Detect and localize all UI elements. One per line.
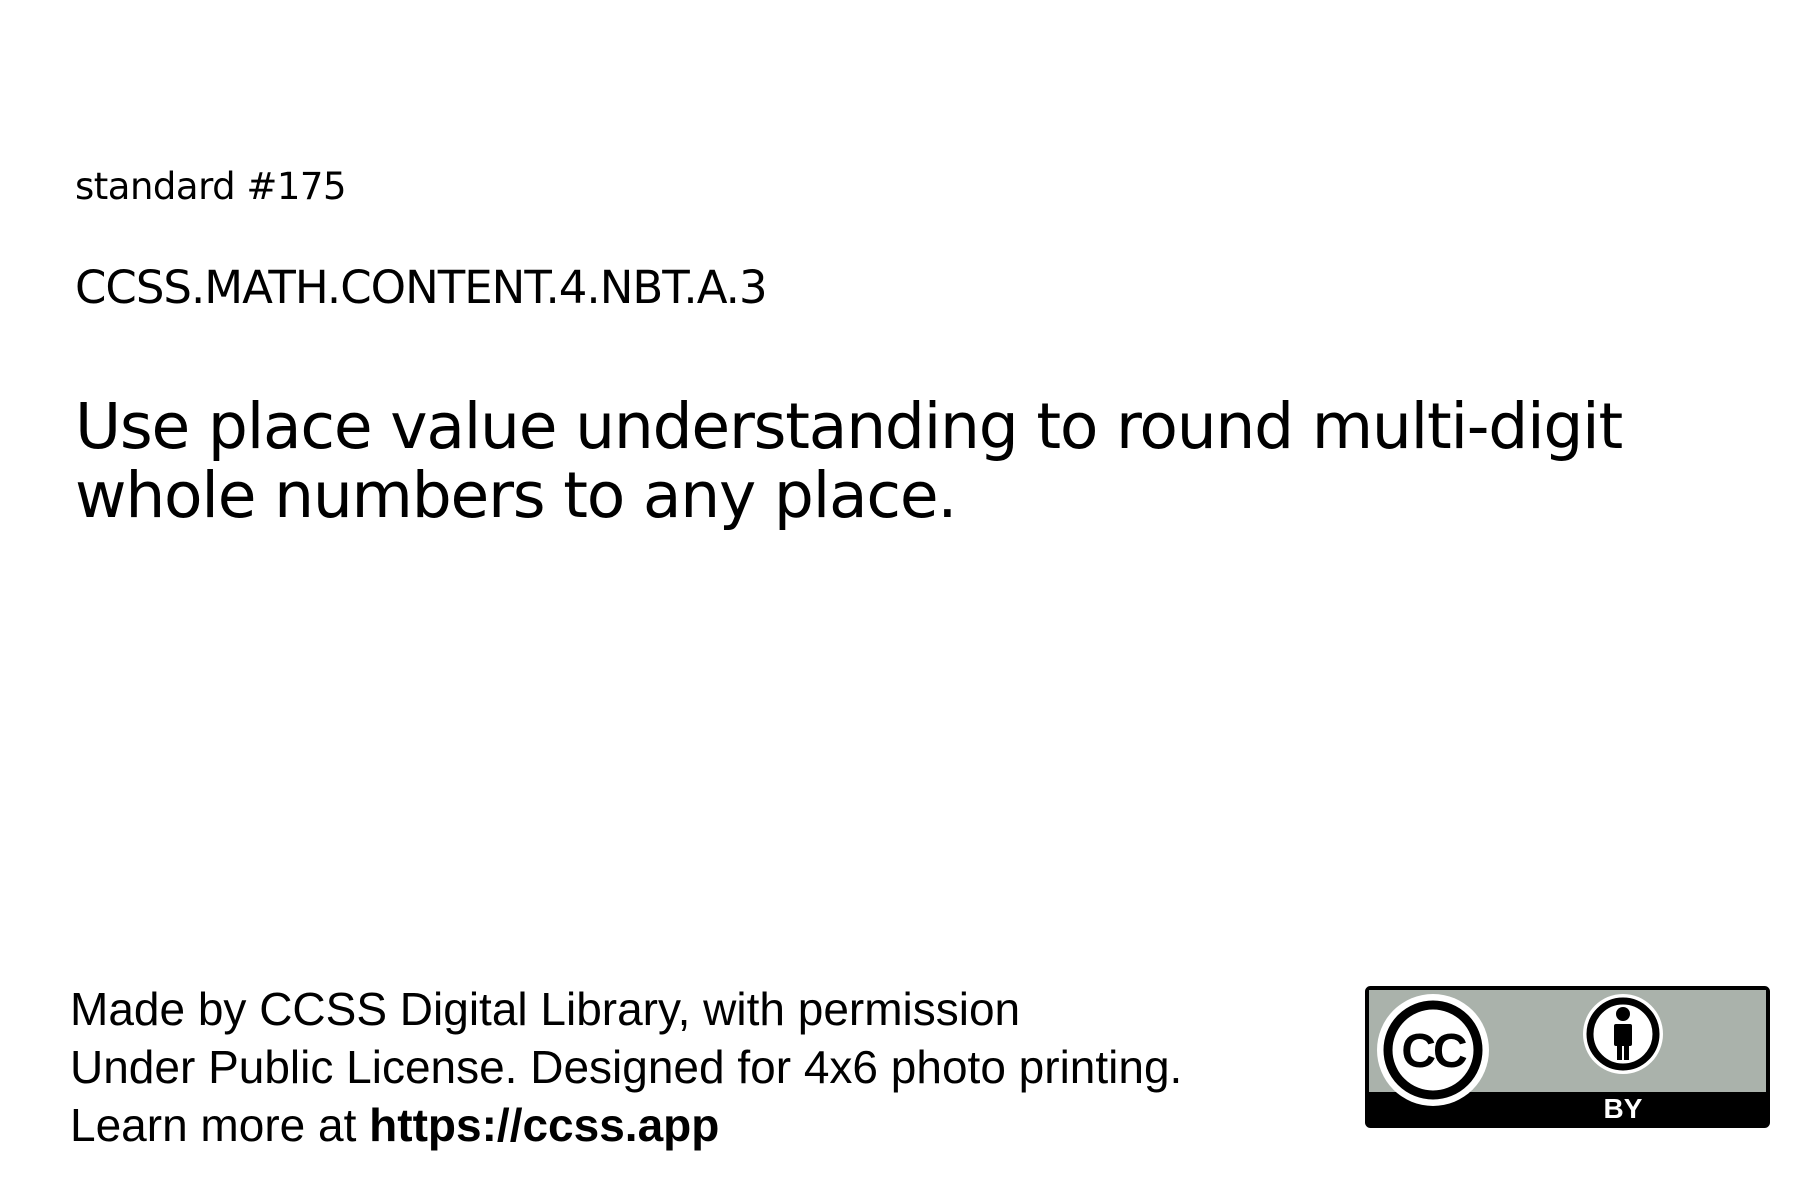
footer-credits: Made by CCSS Digital Library, with permi… bbox=[70, 980, 1182, 1154]
learn-more-line: Learn more at https://ccss.app bbox=[70, 1096, 1182, 1154]
by-label: BY bbox=[1604, 1093, 1643, 1124]
learn-more-prefix: Learn more at bbox=[70, 1099, 370, 1151]
cc-icon: CC bbox=[1377, 994, 1489, 1106]
attribution-person-icon bbox=[1583, 994, 1663, 1074]
license-line: Under Public License. Designed for 4x6 p… bbox=[70, 1041, 1183, 1093]
standard-number: standard #175 bbox=[75, 165, 347, 208]
standard-description: Use place value understanding to round m… bbox=[75, 390, 1623, 532]
credit-line: Made by CCSS Digital Library, with permi… bbox=[70, 983, 1021, 1035]
cc-by-license-badge: CC BY bbox=[1365, 986, 1770, 1128]
cc-icon-text: CC bbox=[1401, 1025, 1467, 1078]
standard-code: CCSS.MATH.CONTENT.4.NBT.A.3 bbox=[75, 261, 768, 314]
ccss-app-link[interactable]: https://ccss.app bbox=[369, 1099, 719, 1151]
